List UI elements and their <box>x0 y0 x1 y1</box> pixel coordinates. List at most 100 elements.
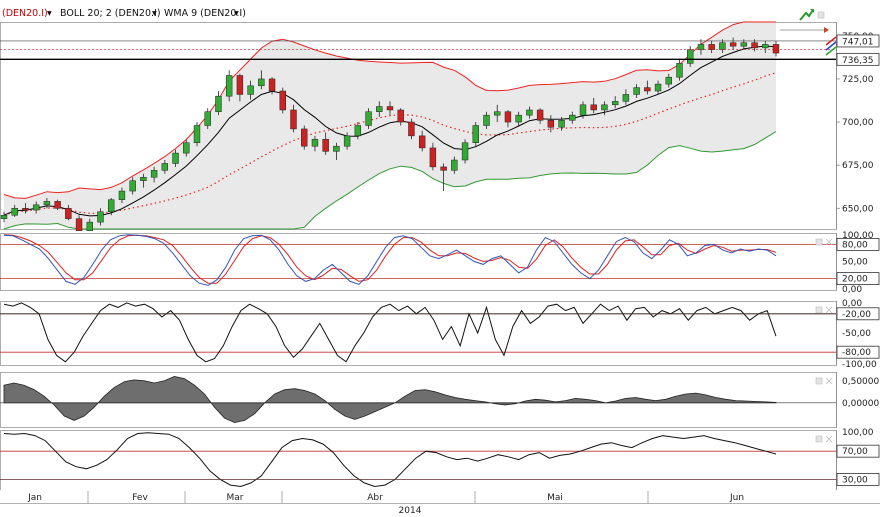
candle-body <box>740 42 748 47</box>
candle-body <box>193 125 201 143</box>
osc-tick-label: 100,00 <box>842 428 874 438</box>
osc-tick-label: 80,00 <box>842 240 868 250</box>
candle-body <box>708 44 715 50</box>
pane-maximize-icon[interactable] <box>817 11 825 19</box>
candle-body <box>268 78 276 92</box>
candle-body <box>569 114 576 121</box>
candle-body <box>633 87 640 95</box>
osc-tick-label: -80,00 <box>842 348 871 358</box>
candle-body <box>762 44 769 49</box>
boll-dropdown-icon[interactable]: ▾ <box>152 8 157 19</box>
candle-body <box>515 114 522 123</box>
osc-tick-label: 0,00 <box>842 285 862 295</box>
candle <box>472 122 479 147</box>
candle-body <box>590 104 597 111</box>
candle-body <box>118 190 126 200</box>
candle-body <box>161 163 169 171</box>
candle-body <box>601 104 608 111</box>
osc-tick-label: 70,00 <box>842 447 868 457</box>
candle-body <box>65 208 72 219</box>
candle-body <box>333 145 340 152</box>
boll-label[interactable]: BOLL 20; 2 (DEN20.I) <box>60 8 161 19</box>
candle-body <box>140 177 147 181</box>
month-label: Mai <box>547 493 563 503</box>
candle-body <box>311 139 319 147</box>
month-label: Mar <box>227 493 244 503</box>
candle-body <box>772 44 780 54</box>
candle-body <box>429 147 437 168</box>
osc-tick-label: -20,00 <box>842 310 871 320</box>
candle-body <box>247 85 254 95</box>
symbol-dropdown-icon[interactable]: ▾ <box>47 8 52 19</box>
candle-body <box>536 109 544 121</box>
pane-maximize-icon <box>815 306 823 314</box>
candle-body <box>354 125 362 137</box>
candle-body <box>687 49 694 64</box>
month-label: Jan <box>27 493 42 503</box>
candle-body <box>451 159 458 171</box>
candle-body <box>665 76 672 85</box>
month-label: Jun <box>729 493 744 503</box>
candle-body <box>526 109 533 116</box>
candle-body <box>697 44 705 50</box>
wma-dropdown-icon[interactable]: ▾ <box>234 8 239 19</box>
candle-body <box>290 109 297 130</box>
chart-canvas: 650,00675,00700,00725,00750,00747,01736,… <box>0 8 880 517</box>
month-label: Abr <box>367 493 383 503</box>
candle-body <box>751 42 758 49</box>
osc-tick-label: -50,00 <box>842 329 871 339</box>
candle-body <box>676 63 683 78</box>
candle-body <box>86 221 93 231</box>
candle-body <box>75 218 83 231</box>
price-tag: 736,35 <box>842 56 874 66</box>
candle-body <box>365 111 372 126</box>
candle-body <box>108 199 115 213</box>
trend-up-icon[interactable] <box>799 9 814 21</box>
candle-body <box>32 204 40 211</box>
symbol-label[interactable]: (DEN20.I) <box>2 8 48 19</box>
candle-body <box>418 135 426 149</box>
month-label: Fev <box>132 493 148 503</box>
candle-body <box>579 104 587 116</box>
candle-body <box>225 75 233 97</box>
candle-body <box>54 201 61 209</box>
osc-tick-label: 0,50000 <box>842 377 879 387</box>
candle-body <box>386 106 394 111</box>
osc-tick-label: -100,00 <box>842 360 877 370</box>
candle <box>461 139 469 164</box>
candle-body <box>558 120 565 128</box>
candle-body <box>440 166 447 171</box>
candle-body <box>654 83 662 92</box>
osc-tick-label: 20,00 <box>842 275 868 285</box>
candle-body <box>376 106 383 112</box>
candle-body <box>729 42 737 47</box>
candle-body <box>97 211 104 223</box>
candle-body <box>504 111 512 123</box>
price-tick-label: 675,00 <box>842 161 874 171</box>
candle-body <box>172 152 179 164</box>
candle-body <box>11 208 18 216</box>
osc-tick-label: 30,00 <box>842 475 868 485</box>
candle <box>54 199 61 211</box>
candle-body <box>461 142 469 161</box>
osc-tick-label: 50,00 <box>842 258 868 268</box>
candle-body <box>644 87 651 92</box>
candle-body <box>611 101 619 106</box>
price-tick-label: 725,00 <box>842 75 874 85</box>
price-tick-label: 700,00 <box>842 118 874 128</box>
price-tag: 747,01 <box>842 37 874 47</box>
candle-body <box>0 214 8 219</box>
candle-body <box>343 135 351 147</box>
candle-body <box>483 114 490 126</box>
candle-body <box>43 201 51 206</box>
candle-body <box>22 208 29 211</box>
candle-body <box>494 111 501 116</box>
candle-body <box>408 121 415 137</box>
pane-maximize-icon <box>815 238 823 246</box>
candle <box>301 125 308 150</box>
candle-body <box>719 42 726 50</box>
candle-body <box>322 139 329 152</box>
pane-frame-rsi <box>0 430 837 491</box>
year-label: 2014 <box>399 506 422 516</box>
pane-maximize-icon <box>815 435 823 443</box>
